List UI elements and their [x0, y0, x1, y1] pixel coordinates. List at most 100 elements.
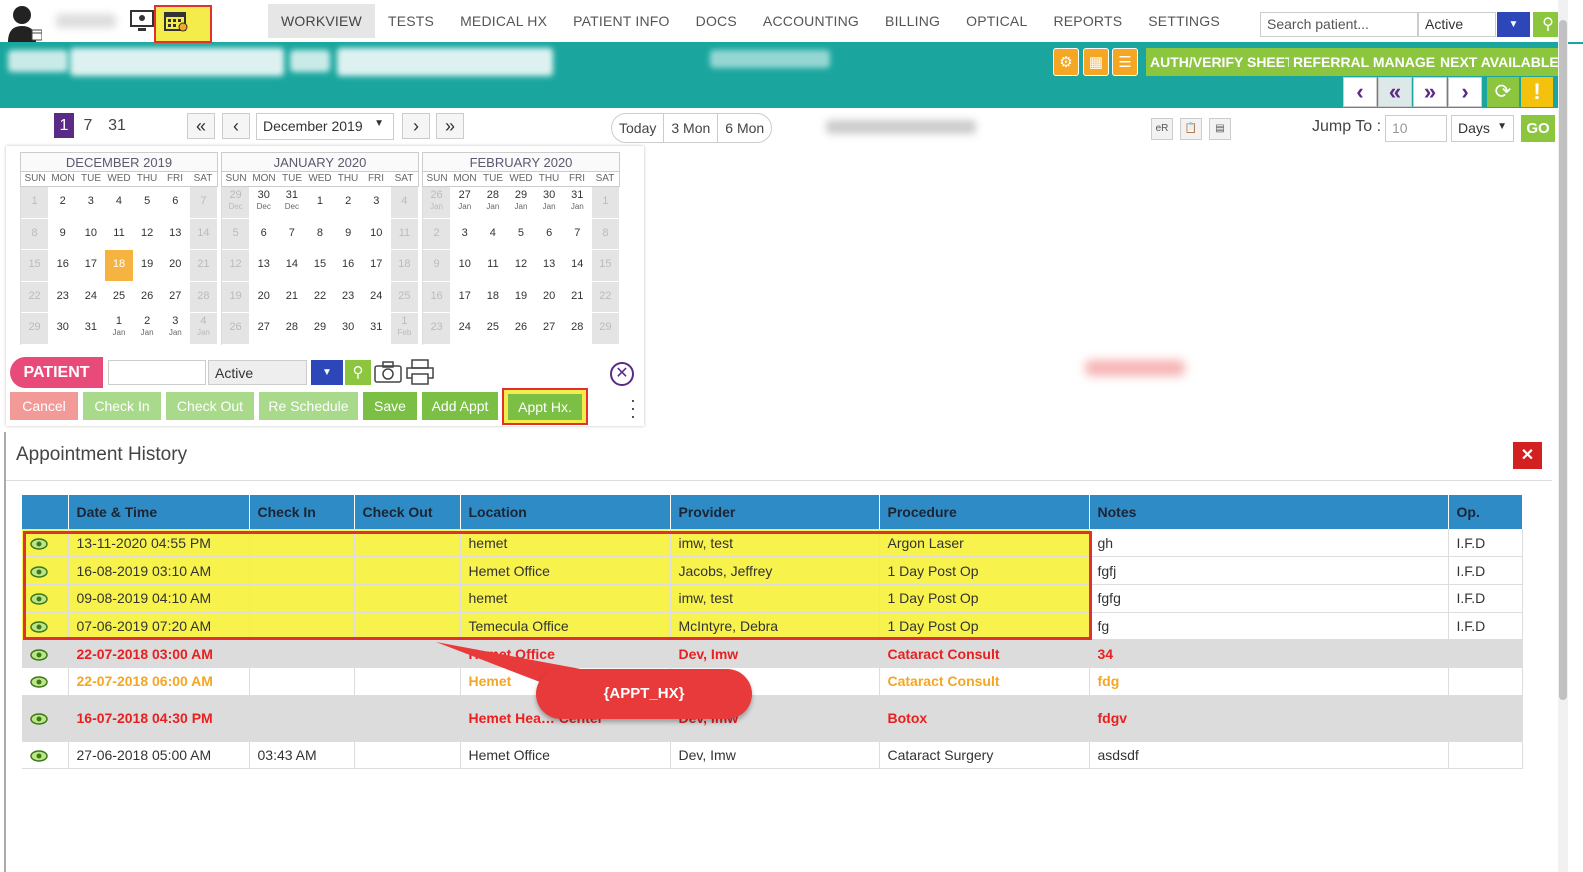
calendar-day[interactable]: 27 Jan — [451, 187, 480, 219]
chart-icon[interactable]: ▦ — [1083, 48, 1109, 76]
view-31-day[interactable]: 31 — [104, 113, 130, 138]
table-row[interactable]: 13-11-2020 04:55 PM hemet imw, test Argon L… — [22, 529, 1523, 558]
jump-unit-select[interactable]: Days ▼ — [1451, 115, 1514, 142]
next-icon[interactable]: › — [1448, 77, 1482, 107]
three-month-button[interactable]: 3 Mon — [664, 114, 719, 142]
calendar-day[interactable]: 19 — [222, 281, 251, 314]
calendar-day[interactable]: 1 — [21, 187, 50, 219]
calendar-day[interactable]: 10 — [362, 218, 391, 251]
calendar-day[interactable]: 2 Jan — [133, 313, 162, 345]
table-row[interactable]: 16-08-2019 03:10 AM Hemet Office Jacobs, J… — [22, 556, 1523, 585]
calendar-day[interactable]: 23 — [334, 281, 363, 314]
calendar-day[interactable]: 25 — [479, 313, 508, 345]
calendar-day[interactable]: 14 — [189, 218, 218, 251]
calendar-day[interactable]: 22 — [21, 281, 50, 314]
calendar-day[interactable]: 19 — [507, 281, 536, 314]
save-button[interactable]: Save — [363, 392, 417, 420]
calendar-day[interactable]: 9 — [49, 218, 78, 251]
er-icon[interactable]: eR — [1151, 118, 1173, 140]
calendar-day[interactable]: 18 — [479, 281, 508, 314]
nav-reports[interactable]: REPORTS — [1040, 4, 1135, 38]
referral-manager-button[interactable]: REFERRAL MANAGER — [1289, 48, 1450, 76]
calendar-day[interactable]: 24 — [77, 281, 106, 314]
patient-search-input[interactable]: Search patient... — [1260, 12, 1418, 37]
calendar-day[interactable]: 2 — [423, 218, 452, 251]
calendar-day[interactable]: 29 Jan — [507, 187, 536, 219]
nav-accounting[interactable]: ACCOUNTING — [750, 4, 872, 38]
calendar-day[interactable]: 22 — [591, 281, 620, 314]
calendar-day[interactable]: 2 — [49, 187, 78, 219]
view-1-day[interactable]: 1 — [54, 113, 74, 138]
calendar-day[interactable]: 30 — [334, 313, 363, 345]
reschedule-button[interactable]: Re Schedule — [259, 392, 358, 420]
prev-icon[interactable]: ‹ — [1343, 77, 1377, 107]
more-vertical-icon[interactable]: · · · — [630, 391, 636, 425]
calendar-day[interactable]: 22 — [306, 281, 335, 314]
nav-optical[interactable]: OPTICAL — [953, 4, 1040, 38]
table-row[interactable]: 22-07-2018 06:00 AM Hemet Cataract Consult… — [22, 667, 1523, 696]
row-view-cell[interactable] — [22, 695, 69, 742]
calendar-day[interactable]: 7 — [278, 218, 307, 251]
calendar-day[interactable]: 13 — [535, 250, 564, 282]
calendar-day[interactable]: 30 Jan — [535, 187, 564, 219]
calendar-day[interactable]: 17 — [362, 250, 391, 282]
calendar-day[interactable]: 4 — [105, 187, 134, 219]
calendar-day[interactable]: 3 — [451, 218, 480, 251]
calendar-day[interactable]: 31 Dec — [278, 187, 307, 219]
cancel-button[interactable]: Cancel — [10, 392, 78, 420]
calendar-day[interactable]: 7 — [189, 187, 218, 219]
calendar-day[interactable]: 5 — [222, 218, 251, 251]
nav-docs[interactable]: DOCS — [683, 4, 750, 38]
alert-icon[interactable]: ! — [1521, 77, 1553, 107]
calendar-day[interactable]: 18 — [390, 250, 419, 282]
nav-billing[interactable]: BILLING — [872, 4, 953, 38]
appt-hx-button[interactable]: Appt Hx. — [508, 394, 582, 420]
calendar-day[interactable]: 13 — [161, 218, 190, 251]
calendar-day[interactable]: 20 — [535, 281, 564, 314]
close-icon[interactable]: ✕ — [1513, 442, 1542, 469]
calendar-day[interactable]: 14 — [563, 250, 592, 282]
check-in-button[interactable]: Check In — [83, 392, 161, 420]
user-avatar-icon[interactable] — [6, 4, 42, 42]
calendar-day[interactable]: 26 — [222, 313, 251, 345]
calendar-day[interactable]: 3 Jan — [161, 313, 190, 345]
calendar-day[interactable]: 29 — [21, 313, 50, 345]
patient-input[interactable] — [108, 360, 206, 385]
calendar-day[interactable]: 31 Jan — [563, 187, 592, 219]
view-eye-icon[interactable] — [30, 712, 48, 726]
nav-patient-info[interactable]: PATIENT INFO — [560, 4, 683, 38]
patient-status-select[interactable]: Active — [208, 360, 307, 385]
calendar-day[interactable]: 23 — [423, 313, 452, 345]
calendar-day[interactable]: 3 — [77, 187, 106, 219]
calendar-day[interactable]: 14 — [278, 250, 307, 282]
nav-workview[interactable]: WORKVIEW — [268, 4, 375, 38]
calendar-day[interactable]: 8 — [21, 218, 50, 251]
calendar-day[interactable]: 18 — [105, 250, 134, 282]
view-eye-icon[interactable] — [30, 537, 48, 551]
calendar-day[interactable]: 29 — [591, 313, 620, 345]
chevron-down-icon[interactable]: ▼ — [1497, 12, 1530, 37]
calendar-day[interactable]: 15 — [591, 250, 620, 282]
calendar-day[interactable]: 4 Jan — [189, 313, 218, 345]
calendar-day[interactable]: 16 — [49, 250, 78, 282]
calendar-day[interactable]: 30 Dec — [250, 187, 279, 219]
monitor-icon[interactable] — [129, 8, 155, 34]
calendar-day[interactable]: 21 — [278, 281, 307, 314]
view-eye-icon[interactable] — [30, 620, 48, 634]
calendar-day[interactable]: 1 Jan — [105, 313, 134, 345]
scrollbar-thumb[interactable] — [1559, 20, 1567, 700]
view-eye-icon[interactable] — [30, 565, 48, 579]
calendar-day[interactable]: 1 Feb — [390, 313, 419, 345]
list-icon[interactable]: ☰ — [1112, 48, 1138, 76]
calendar-day[interactable]: 6 — [250, 218, 279, 251]
calendar-day[interactable]: 28 — [278, 313, 307, 345]
document-icon[interactable]: ▤ — [1209, 118, 1231, 140]
calendar-day[interactable]: 5 — [507, 218, 536, 251]
table-row[interactable]: 22-07-2018 03:00 AM Hemet Office Dev, Imw C… — [22, 639, 1523, 668]
view-eye-icon[interactable] — [30, 592, 48, 606]
calendar-day[interactable]: 20 — [250, 281, 279, 314]
status-select[interactable]: Active — [1418, 12, 1496, 37]
calendar-day[interactable]: 11 — [390, 218, 419, 251]
calendar-day[interactable]: 23 — [49, 281, 78, 314]
calendar-day[interactable]: 1 — [591, 187, 620, 219]
